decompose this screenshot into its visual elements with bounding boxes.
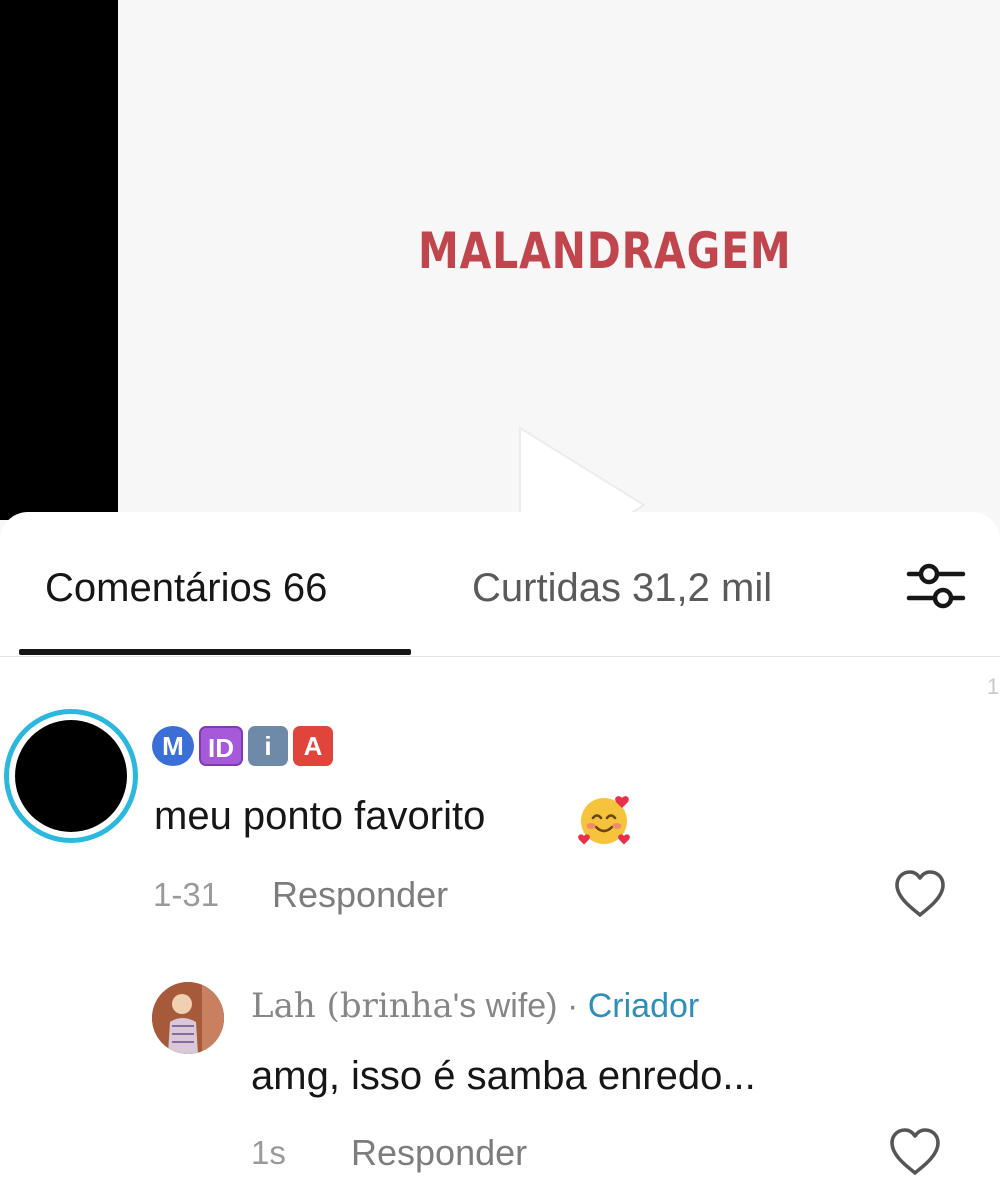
comment-text: meu ponto favorito xyxy=(154,794,486,838)
smiling-face-with-hearts-icon xyxy=(578,796,630,845)
video-left-black-bar xyxy=(0,0,118,520)
tab-likes[interactable]: Curtidas 31,2 mil xyxy=(472,566,772,611)
creator-label: Criador xyxy=(587,987,700,1025)
sliders-icon[interactable] xyxy=(905,560,967,612)
active-tab-indicator xyxy=(19,649,411,655)
avatar[interactable] xyxy=(152,982,224,1054)
heart-outline-icon[interactable] xyxy=(892,868,948,920)
username-badge: ID xyxy=(199,726,243,766)
author-name-rest: 's wife) xyxy=(452,987,558,1025)
tab-comments[interactable]: Comentários 66 xyxy=(45,566,327,611)
reply-button[interactable]: Responder xyxy=(351,1132,527,1174)
separator-dot: · xyxy=(566,987,579,1025)
comment-date: 1-31 xyxy=(153,876,220,913)
reply-text: amg, isso é samba enredo... xyxy=(251,1054,756,1098)
author-name-styled: Lah (brinha xyxy=(251,986,453,1026)
heart-outline-icon[interactable] xyxy=(887,1126,943,1178)
reply-date: 1s xyxy=(251,1134,286,1171)
comment-username[interactable]: M ID i A xyxy=(152,726,333,766)
video-player[interactable]: MALANDRAGEM xyxy=(0,0,1000,584)
reply-button[interactable]: Responder xyxy=(272,874,448,916)
reply-author[interactable]: Lah (brinha's wife) · Criador xyxy=(251,986,699,1026)
username-badge: M xyxy=(152,726,194,766)
video-title-text: MALANDRAGEM xyxy=(418,222,792,280)
comments-sheet: Comentários 66 Curtidas 31,2 mil 1 M ID … xyxy=(0,512,1000,1200)
edge-fragment-text: 1 xyxy=(987,674,1000,699)
tab-bar: Comentários 66 Curtidas 31,2 mil xyxy=(0,512,1000,657)
avatar[interactable] xyxy=(15,720,127,832)
username-badge: A xyxy=(293,726,333,766)
username-badge: i xyxy=(248,726,288,766)
avatar-photo-icon xyxy=(152,982,224,1054)
